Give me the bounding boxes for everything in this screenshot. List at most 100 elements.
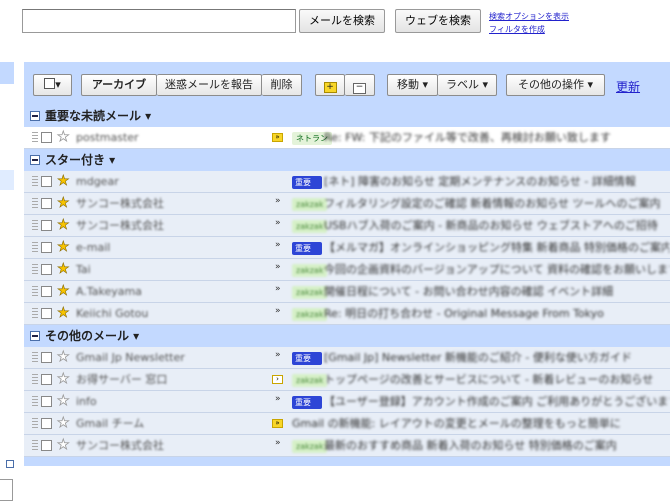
- collapse-section-icon[interactable]: [30, 331, 40, 341]
- drag-handle-icon[interactable]: [32, 176, 38, 187]
- message-row[interactable]: ★ サンコー株式会社 » zakzak フィルタリング設定のご確認 新着情報のお知らせ …: [24, 193, 670, 215]
- message-row[interactable]: ★ サンコー株式会社 » zakzak USBハブ入荷のご案内 - 新商品のお知らせ ウ…: [24, 215, 670, 237]
- message-row[interactable]: ★ サンコー株式会社 » zakzak 最新のおすすめ商品 新着入荷のお知らせ 特別価格…: [24, 435, 670, 457]
- row-checkbox[interactable]: [41, 286, 52, 297]
- chevron-right-icon[interactable]: »: [275, 262, 281, 272]
- star-icon[interactable]: ★: [57, 173, 70, 190]
- message-row[interactable]: ★ お得サーバー 窓口 › zakzak トップページの改善とサービスについて - 新着…: [24, 369, 670, 391]
- move-to-button[interactable]: 移動 ▾: [387, 74, 438, 96]
- row-checkbox[interactable]: [41, 176, 52, 187]
- row-checkbox[interactable]: [41, 374, 52, 385]
- row-checkbox[interactable]: [41, 440, 52, 451]
- star-icon[interactable]: ★: [57, 349, 70, 366]
- drag-handle-icon[interactable]: [32, 220, 38, 231]
- importance-marker-icon[interactable]: »: [272, 133, 283, 142]
- create-filter-link[interactable]: フィルタを作成: [489, 23, 569, 36]
- star-icon[interactable]: ★: [57, 415, 70, 432]
- labels-button[interactable]: ラベル ▾: [438, 74, 497, 96]
- importance-marker-icon[interactable]: ›: [272, 375, 283, 384]
- label-chip[interactable]: zakzak: [292, 198, 328, 211]
- drag-handle-icon[interactable]: [32, 308, 38, 319]
- search-web-button[interactable]: ウェブを検索: [395, 9, 481, 33]
- message-row[interactable]: ★ mdgear 重要 [ネト] 障害のお知らせ 定期メンテナンスのお知らせ - 詳細…: [24, 171, 670, 193]
- row-checkbox[interactable]: [41, 132, 52, 143]
- message-row[interactable]: ★ A.Takeyama » zakzak 開催日程について - お問い合わせ内容の確認…: [24, 281, 670, 303]
- chevron-right-icon[interactable]: »: [275, 284, 281, 294]
- star-icon[interactable]: ★: [57, 305, 70, 322]
- label-chip[interactable]: 重要: [292, 352, 322, 365]
- drag-handle-icon[interactable]: [32, 132, 38, 143]
- message-row[interactable]: ★ Gmail Jp Newsletter » 重要 [Gmail Jp] Newsle…: [24, 347, 670, 369]
- section-title: その他のメール ▾: [45, 329, 140, 343]
- chevron-right-icon[interactable]: »: [275, 394, 281, 404]
- more-actions-button[interactable]: その他の操作 ▾: [506, 74, 605, 96]
- star-icon[interactable]: ★: [57, 437, 70, 454]
- archive-button[interactable]: アーカイブ: [81, 74, 157, 96]
- chevron-right-icon[interactable]: »: [275, 240, 281, 250]
- search-mail-button[interactable]: メールを検索: [299, 9, 385, 33]
- drag-handle-icon[interactable]: [32, 418, 38, 429]
- search-input[interactable]: [22, 9, 296, 33]
- chevron-right-icon[interactable]: »: [275, 218, 281, 228]
- collapse-section-icon[interactable]: [30, 155, 40, 165]
- nav-input-box[interactable]: [0, 479, 13, 501]
- section-header[interactable]: スター付き ▾: [24, 149, 670, 171]
- star-icon[interactable]: ★: [57, 217, 70, 234]
- label-chip[interactable]: zakzak: [292, 286, 328, 299]
- star-icon[interactable]: ★: [57, 371, 70, 388]
- section-header[interactable]: その他のメール ▾: [24, 325, 670, 347]
- chevron-right-icon[interactable]: »: [275, 438, 281, 448]
- message-row[interactable]: ★ postmaster» ネトラン Re: FW: 下記のファイル等で改善、再検討お…: [24, 127, 670, 149]
- row-checkbox[interactable]: [41, 198, 52, 209]
- star-icon[interactable]: ★: [57, 261, 70, 278]
- star-icon[interactable]: ★: [57, 129, 70, 146]
- show-search-options-link[interactable]: 検索オプションを表示: [489, 10, 569, 23]
- drag-handle-icon[interactable]: [32, 352, 38, 363]
- row-checkbox[interactable]: [41, 308, 52, 319]
- collapse-icon[interactable]: [6, 460, 14, 468]
- chevron-right-icon[interactable]: »: [275, 306, 281, 316]
- drag-handle-icon[interactable]: [32, 396, 38, 407]
- chevron-right-icon[interactable]: »: [275, 350, 281, 360]
- label-chip[interactable]: zakzak: [292, 220, 328, 233]
- section-header[interactable]: 重要な未読メール ▾: [24, 105, 670, 127]
- label-chip[interactable]: zakzak: [292, 440, 328, 453]
- drag-handle-icon[interactable]: [32, 440, 38, 451]
- message-subject: [ネト] 障害のお知らせ 定期メンテナンスのお知らせ - 詳細情報: [324, 175, 636, 188]
- row-checkbox[interactable]: [41, 396, 52, 407]
- drag-handle-icon[interactable]: [32, 198, 38, 209]
- message-row[interactable]: ★ e-mail » 重要 【メルマガ】オンラインショッピング特集 新着商品 特別価格の…: [24, 237, 670, 259]
- chevron-right-icon[interactable]: »: [275, 196, 281, 206]
- label-chip[interactable]: 重要: [292, 396, 322, 409]
- row-checkbox[interactable]: [41, 242, 52, 253]
- star-icon[interactable]: ★: [57, 239, 70, 256]
- star-icon[interactable]: ★: [57, 393, 70, 410]
- message-row[interactable]: ★ Gmail チーム » Gmail の新機能: レイアウトの変更とメールの整理をも…: [24, 413, 670, 435]
- drag-handle-icon[interactable]: [32, 286, 38, 297]
- message-row[interactable]: ★ Keiichi Gotou » zakzak Re: 明日の打ち合わせ - Orig…: [24, 303, 670, 325]
- row-checkbox[interactable]: [41, 264, 52, 275]
- star-icon[interactable]: ★: [57, 195, 70, 212]
- drag-handle-icon[interactable]: [32, 242, 38, 253]
- mark-important-button[interactable]: +: [315, 74, 345, 96]
- label-chip[interactable]: 重要: [292, 176, 322, 189]
- refresh-link[interactable]: 更新: [616, 78, 640, 95]
- drag-handle-icon[interactable]: [32, 374, 38, 385]
- drag-handle-icon[interactable]: [32, 264, 38, 275]
- label-chip[interactable]: zakzak: [292, 374, 328, 387]
- delete-button[interactable]: 削除: [262, 74, 302, 96]
- label-chip[interactable]: 重要: [292, 242, 322, 255]
- report-spam-button[interactable]: 迷惑メールを報告: [157, 74, 262, 96]
- row-checkbox[interactable]: [41, 418, 52, 429]
- mark-unimportant-button[interactable]: −: [345, 74, 375, 96]
- message-row[interactable]: ★ info » 重要 【ユーザー登録】アカウント作成のご案内 ご利用ありがとうございま…: [24, 391, 670, 413]
- star-icon[interactable]: ★: [57, 283, 70, 300]
- collapse-section-icon[interactable]: [30, 111, 40, 121]
- importance-marker-icon[interactable]: »: [272, 419, 283, 428]
- select-dropdown-button[interactable]: ▾: [33, 74, 72, 96]
- message-row[interactable]: ★ Tai » zakzak 今回の企画資料のバージョンアップについて 資料の確認をお願…: [24, 259, 670, 281]
- row-checkbox[interactable]: [41, 352, 52, 363]
- label-chip[interactable]: zakzak: [292, 308, 328, 321]
- row-checkbox[interactable]: [41, 220, 52, 231]
- label-chip[interactable]: zakzak: [292, 264, 328, 277]
